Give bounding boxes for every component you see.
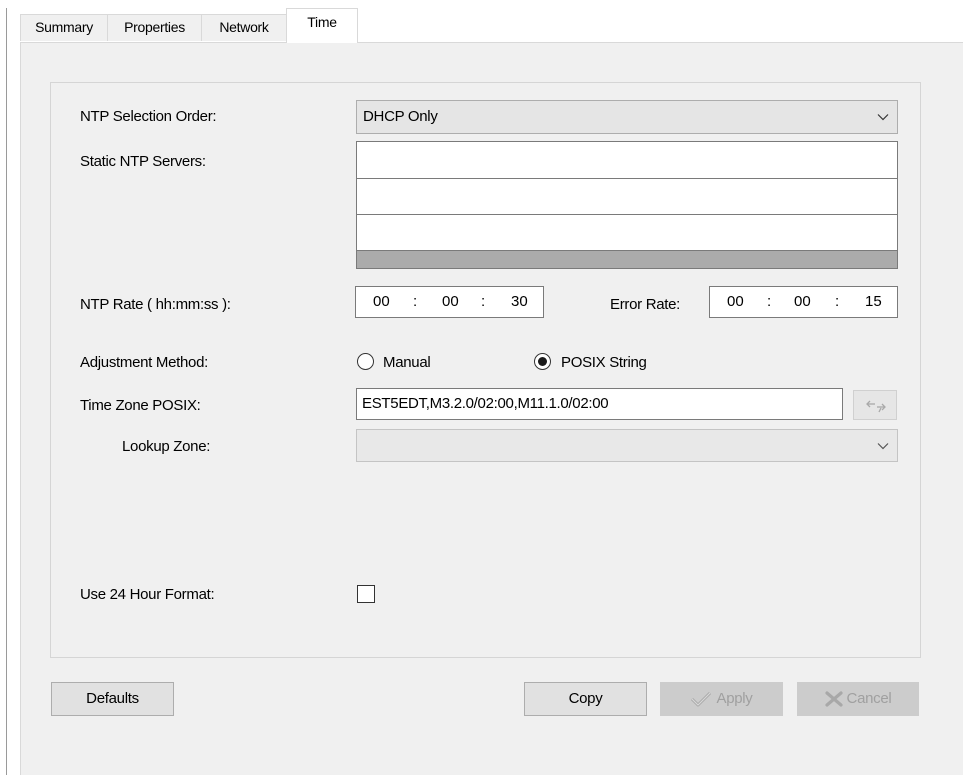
error-rate-label: Error Rate: bbox=[610, 296, 681, 313]
swap-arrows-icon bbox=[866, 400, 886, 413]
lookup-zone-dropdown[interactable] bbox=[356, 429, 898, 462]
checkmark-icon bbox=[691, 691, 712, 707]
lookup-zone-label: Lookup Zone: bbox=[122, 438, 211, 455]
time-zone-posix-label: Time Zone POSIX: bbox=[80, 397, 201, 414]
apply-button-label: Apply bbox=[716, 690, 753, 707]
error-rate-input[interactable]: 00 : 00 : 15 bbox=[709, 286, 898, 318]
static-ntp-servers-list[interactable] bbox=[356, 141, 898, 269]
window-left-border bbox=[6, 8, 7, 775]
ntp-rate-minutes[interactable]: 00 bbox=[442, 287, 459, 317]
tab-properties[interactable]: Properties bbox=[107, 14, 202, 41]
defaults-button[interactable]: Defaults bbox=[51, 682, 174, 716]
chevron-down-icon bbox=[877, 101, 889, 133]
static-ntp-server-row-2[interactable] bbox=[357, 179, 897, 215]
static-ntp-server-row-1[interactable] bbox=[357, 142, 897, 179]
apply-button[interactable]: Apply bbox=[660, 682, 783, 716]
ntp-rate-sep-2: : bbox=[481, 293, 486, 310]
tab-time[interactable]: Time bbox=[286, 8, 358, 43]
ntp-selection-order-label: NTP Selection Order: bbox=[80, 108, 217, 125]
posix-string-radio-label[interactable]: POSIX String bbox=[561, 354, 647, 371]
cancel-button[interactable]: Cancel bbox=[797, 682, 919, 716]
cancel-button-label: Cancel bbox=[846, 690, 892, 707]
adjustment-method-label: Adjustment Method: bbox=[80, 354, 209, 371]
use-24-hour-format-checkbox[interactable] bbox=[357, 585, 375, 603]
ntp-rate-hours[interactable]: 00 bbox=[373, 287, 390, 317]
use-24-hour-format-label: Use 24 Hour Format: bbox=[80, 586, 215, 603]
error-rate-sep-2: : bbox=[835, 293, 840, 310]
static-ntp-servers-label: Static NTP Servers: bbox=[80, 153, 206, 170]
copy-button[interactable]: Copy bbox=[524, 682, 647, 716]
ntp-selection-order-value: DHCP Only bbox=[363, 108, 438, 125]
ntp-rate-input[interactable]: 00 : 00 : 30 bbox=[355, 286, 544, 318]
ntp-rate-seconds[interactable]: 30 bbox=[511, 287, 528, 317]
ntp-selection-order-dropdown[interactable]: DHCP Only bbox=[356, 100, 898, 134]
tab-network[interactable]: Network bbox=[201, 14, 287, 41]
static-ntp-server-row-3[interactable] bbox=[357, 215, 897, 251]
time-zone-posix-input[interactable]: EST5EDT,M3.2.0/02:00,M11.1.0/02:00 bbox=[356, 388, 843, 420]
x-icon bbox=[824, 691, 843, 707]
error-rate-sep-1: : bbox=[767, 293, 772, 310]
error-rate-hours[interactable]: 00 bbox=[727, 287, 744, 317]
ntp-rate-label: NTP Rate ( hh:mm:ss ): bbox=[80, 296, 231, 313]
posix-string-radio[interactable] bbox=[534, 353, 551, 370]
chevron-down-icon bbox=[877, 430, 889, 461]
manual-radio-label[interactable]: Manual bbox=[383, 354, 431, 371]
error-rate-seconds[interactable]: 15 bbox=[865, 287, 882, 317]
manual-radio[interactable] bbox=[357, 353, 374, 370]
ntp-rate-sep-1: : bbox=[413, 293, 418, 310]
radio-selected-dot bbox=[538, 357, 547, 366]
error-rate-minutes[interactable]: 00 bbox=[794, 287, 811, 317]
tab-summary[interactable]: Summary bbox=[20, 14, 108, 41]
convert-posix-button[interactable] bbox=[853, 390, 897, 420]
